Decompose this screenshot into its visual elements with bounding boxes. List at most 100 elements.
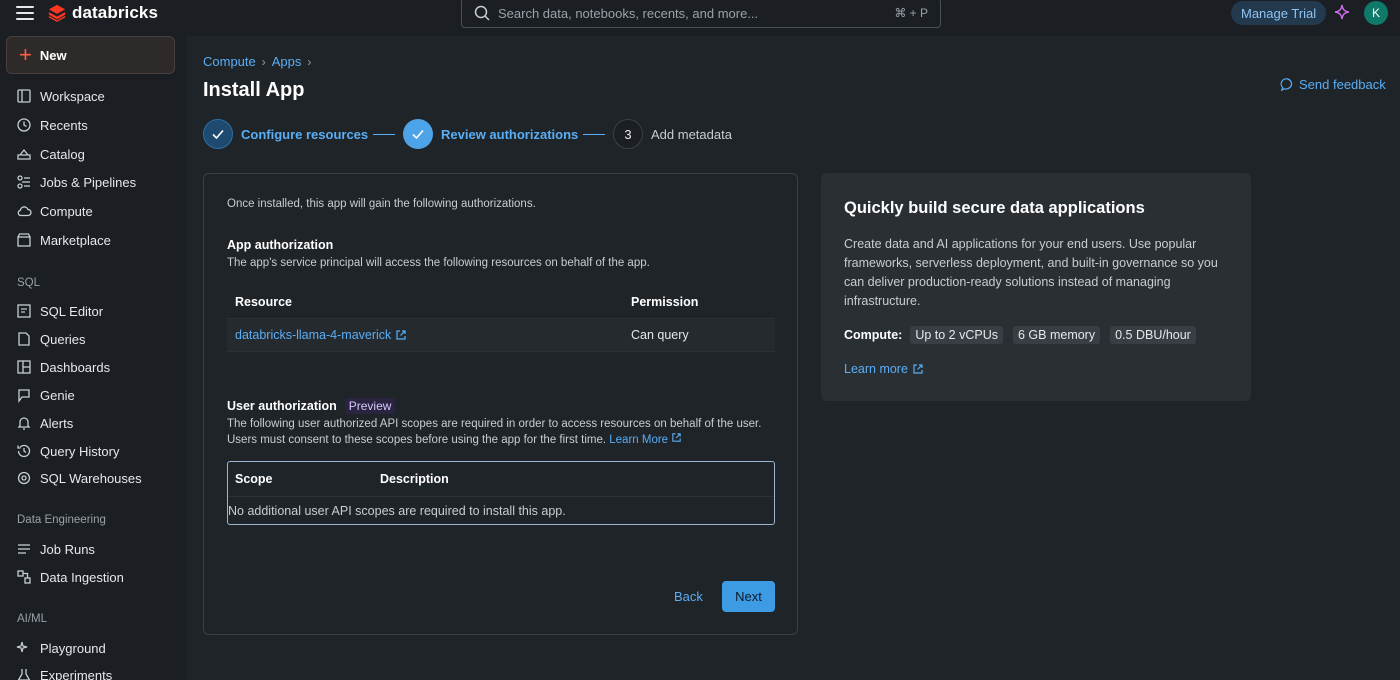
table-header: Scope Description — [228, 462, 774, 497]
external-link-icon — [913, 364, 923, 374]
sidebar-item-catalog[interactable]: Catalog — [16, 144, 85, 164]
sidebar-item-label: Jobs & Pipelines — [40, 174, 137, 190]
experiments-icon — [17, 669, 31, 680]
dashboard-icon — [17, 360, 31, 374]
manage-trial-button[interactable]: Manage Trial — [1231, 1, 1327, 25]
catalog-icon — [17, 148, 31, 160]
compute-chip-vcpu: Up to 2 vCPUs — [910, 326, 1003, 344]
step-done-indicator — [203, 119, 233, 149]
feedback-icon — [1280, 78, 1293, 92]
sidebar-item-query-history[interactable]: Query History — [16, 441, 119, 461]
menu-icon[interactable] — [16, 6, 34, 22]
sidebar-item-label: Job Runs — [40, 541, 95, 557]
app-authorization-desc: The app's service principal will access … — [227, 257, 650, 269]
resource-table: Resource Permission databricks-llama-4-m… — [227, 285, 775, 352]
queries-icon — [18, 332, 30, 346]
sidebar-item-queries[interactable]: Queries — [16, 329, 86, 349]
sidebar-item-label: Workspace — [40, 88, 105, 104]
scope-empty-message: No additional user API scopes are requir… — [228, 504, 566, 518]
send-feedback-label: Send feedback — [1299, 77, 1386, 92]
resource-name: databricks-llama-4-maverick — [235, 328, 392, 342]
info-card-title: Quickly build secure data applications — [844, 199, 1145, 217]
resource-link[interactable]: databricks-llama-4-maverick — [235, 328, 407, 342]
permission-header: Permission — [631, 294, 699, 309]
sidebar-item-compute[interactable]: Compute — [16, 201, 93, 221]
sidebar-item-alerts[interactable]: Alerts — [16, 413, 73, 433]
scope-header: Scope — [235, 472, 273, 486]
step-add-metadata[interactable]: 3 Add metadata — [613, 119, 732, 149]
breadcrumb-compute[interactable]: Compute — [203, 54, 256, 69]
plus-icon: + — [19, 42, 32, 67]
user-authorization-label: User authorization — [227, 399, 337, 413]
sidebar-item-recents[interactable]: Recents — [16, 115, 88, 135]
external-link-icon — [396, 330, 406, 340]
info-learn-more-link[interactable]: Learn more — [844, 362, 924, 376]
table-row: databricks-llama-4-maverick Can query — [227, 319, 775, 352]
sidebar-item-label: Dashboards — [40, 359, 111, 375]
check-icon — [412, 129, 424, 140]
step-label: Review authorizations — [441, 126, 579, 142]
sidebar-item-data-ingestion[interactable]: Data Ingestion — [16, 567, 124, 587]
search-placeholder: Search data, notebooks, recents, and mor… — [498, 5, 759, 21]
warehouse-icon — [17, 471, 31, 485]
back-button[interactable]: Back — [665, 581, 712, 611]
send-feedback-link[interactable]: Send feedback — [1280, 77, 1386, 92]
sidebar-item-label: Query History — [40, 443, 120, 459]
new-button-label: New — [39, 47, 67, 63]
info-card-desc: Create data and AI applications for your… — [844, 237, 1218, 308]
new-button[interactable]: + New — [6, 36, 175, 74]
sidebar-item-jobs-pipelines[interactable]: Jobs & Pipelines — [16, 172, 136, 192]
sidebar-item-playground[interactable]: Playground — [16, 638, 106, 658]
sidebar-item-dashboards[interactable]: Dashboards — [16, 357, 110, 377]
sidebar-item-label: Recents — [40, 117, 88, 133]
ingestion-icon — [17, 570, 31, 584]
history-icon — [17, 444, 31, 458]
section-sql: SQL — [17, 277, 41, 289]
sidebar-item-genie[interactable]: Genie — [16, 385, 75, 405]
breadcrumb-apps[interactable]: Apps — [272, 54, 302, 69]
authorizations-card: Once installed, this app will gain the f… — [203, 173, 798, 635]
learn-more-link[interactable]: Learn More — [609, 433, 682, 446]
step-label: Add metadata — [651, 126, 732, 142]
sidebar-item-sql-editor[interactable]: SQL Editor — [16, 301, 103, 321]
sidebar-item-experiments[interactable]: Experiments — [16, 665, 112, 680]
compute-label: Compute: — [844, 328, 903, 342]
brand[interactable]: databricks — [48, 3, 158, 23]
description-header: Description — [380, 472, 449, 486]
sidebar-item-label: Marketplace — [40, 232, 111, 248]
step-connector — [583, 134, 605, 135]
app-authorization-title: App authorization — [227, 238, 334, 252]
databricks-logo-icon — [48, 4, 66, 22]
authorizations-intro: Once installed, this app will gain the f… — [227, 198, 536, 210]
sidebar-item-label: Catalog — [40, 146, 85, 162]
search-input[interactable]: Search data, notebooks, recents, and mor… — [461, 0, 941, 28]
sidebar-item-label: Experiments — [40, 667, 113, 680]
assistant-sparkle-icon[interactable] — [1334, 4, 1350, 20]
sidebar-item-label: Queries — [40, 331, 86, 347]
sidebar-item-label: Data Ingestion — [40, 569, 124, 585]
table-header: Resource Permission — [227, 285, 775, 319]
sidebar-item-workspace[interactable]: Workspace — [16, 86, 105, 106]
sidebar: + New Workspace Recents Catalog Jobs & P… — [0, 36, 187, 680]
avatar[interactable]: K — [1364, 1, 1388, 25]
sql-editor-icon — [17, 304, 31, 318]
resource-permission: Can query — [631, 328, 689, 342]
sidebar-item-label: Alerts — [40, 415, 74, 431]
step-current-indicator — [403, 119, 433, 149]
breadcrumb: Compute › Apps › — [203, 54, 311, 69]
sidebar-item-marketplace[interactable]: Marketplace — [16, 230, 111, 250]
preview-badge: Preview — [344, 398, 396, 414]
chevron-right-icon: › — [307, 54, 312, 69]
playground-icon — [16, 641, 28, 653]
step-label: Configure resources — [241, 126, 369, 142]
search-icon — [474, 5, 490, 21]
sidebar-item-label: SQL Editor — [40, 303, 104, 319]
step-configure-resources[interactable]: Configure resources — [203, 119, 368, 149]
sidebar-item-sql-warehouses[interactable]: SQL Warehouses — [16, 468, 142, 488]
jobs-icon — [17, 175, 30, 189]
next-button[interactable]: Next — [722, 581, 775, 612]
sidebar-item-job-runs[interactable]: Job Runs — [16, 539, 95, 559]
compute-chip-memory: 6 GB memory — [1013, 326, 1101, 344]
step-review-authorizations[interactable]: Review authorizations — [403, 119, 578, 149]
user-authorization-title: User authorization Preview — [227, 398, 396, 414]
